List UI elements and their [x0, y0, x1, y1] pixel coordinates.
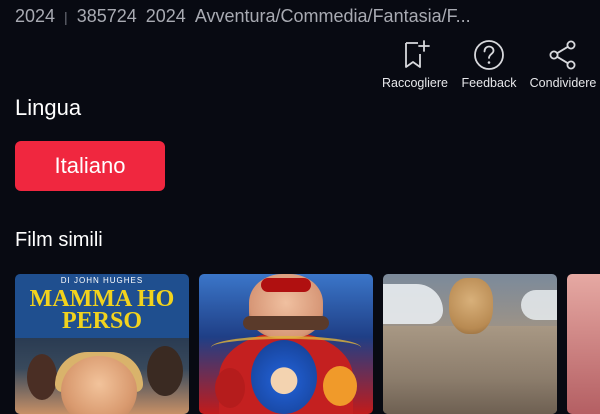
similar-movies-heading: Film simili	[15, 229, 103, 251]
poster-mufasa[interactable]	[383, 274, 557, 414]
poster-scene	[521, 290, 557, 320]
collect-label: Raccogliere	[381, 76, 448, 90]
poster-figure	[243, 316, 329, 330]
meta-separator: |	[64, 8, 68, 25]
collect-button[interactable]: Raccogliere	[378, 38, 452, 90]
similar-movies-list: DI JOHN HUGHES MAMMA HO PERSO L'AEREO	[15, 274, 600, 414]
share-label: Condividere	[529, 76, 597, 90]
poster-figure	[251, 340, 317, 414]
poster-scene	[383, 326, 557, 414]
poster-figure	[147, 346, 183, 396]
poster-figure	[449, 278, 493, 334]
language-italiano-button[interactable]: Italiano	[15, 141, 165, 191]
meta-views: 385724	[76, 6, 137, 26]
language-heading: Lingua	[15, 95, 82, 120]
meta-year: 2024	[15, 6, 56, 26]
feedback-button[interactable]: Feedback	[452, 38, 526, 90]
bookmark-add-icon	[405, 40, 430, 68]
poster-mamma-ho-perso-laereo[interactable]: DI JOHN HUGHES MAMMA HO PERSO L'AEREO	[15, 274, 189, 414]
poster-sonic[interactable]	[199, 274, 373, 414]
meta-genres: Avventura/Commedia/Fantasia/F...	[194, 6, 471, 26]
question-icon	[474, 40, 504, 70]
share-button[interactable]: Condividere	[526, 38, 600, 90]
feedback-label: Feedback	[461, 76, 517, 90]
movie-meta: 2024 | 385724 2024 Avventura/Commedia/Fa…	[15, 6, 560, 27]
share-icon	[549, 40, 576, 70]
poster-partial[interactable]	[567, 274, 600, 414]
poster-figure	[323, 366, 357, 406]
poster-figure	[27, 354, 57, 400]
action-bar: Raccogliere Feedback Condividere	[378, 38, 600, 90]
poster-figure	[215, 368, 245, 408]
meta-release-year: 2024	[145, 6, 186, 26]
poster-figure	[261, 278, 311, 292]
poster-scene	[383, 284, 443, 324]
poster-byline: DI JOHN HUGHES	[60, 276, 144, 285]
